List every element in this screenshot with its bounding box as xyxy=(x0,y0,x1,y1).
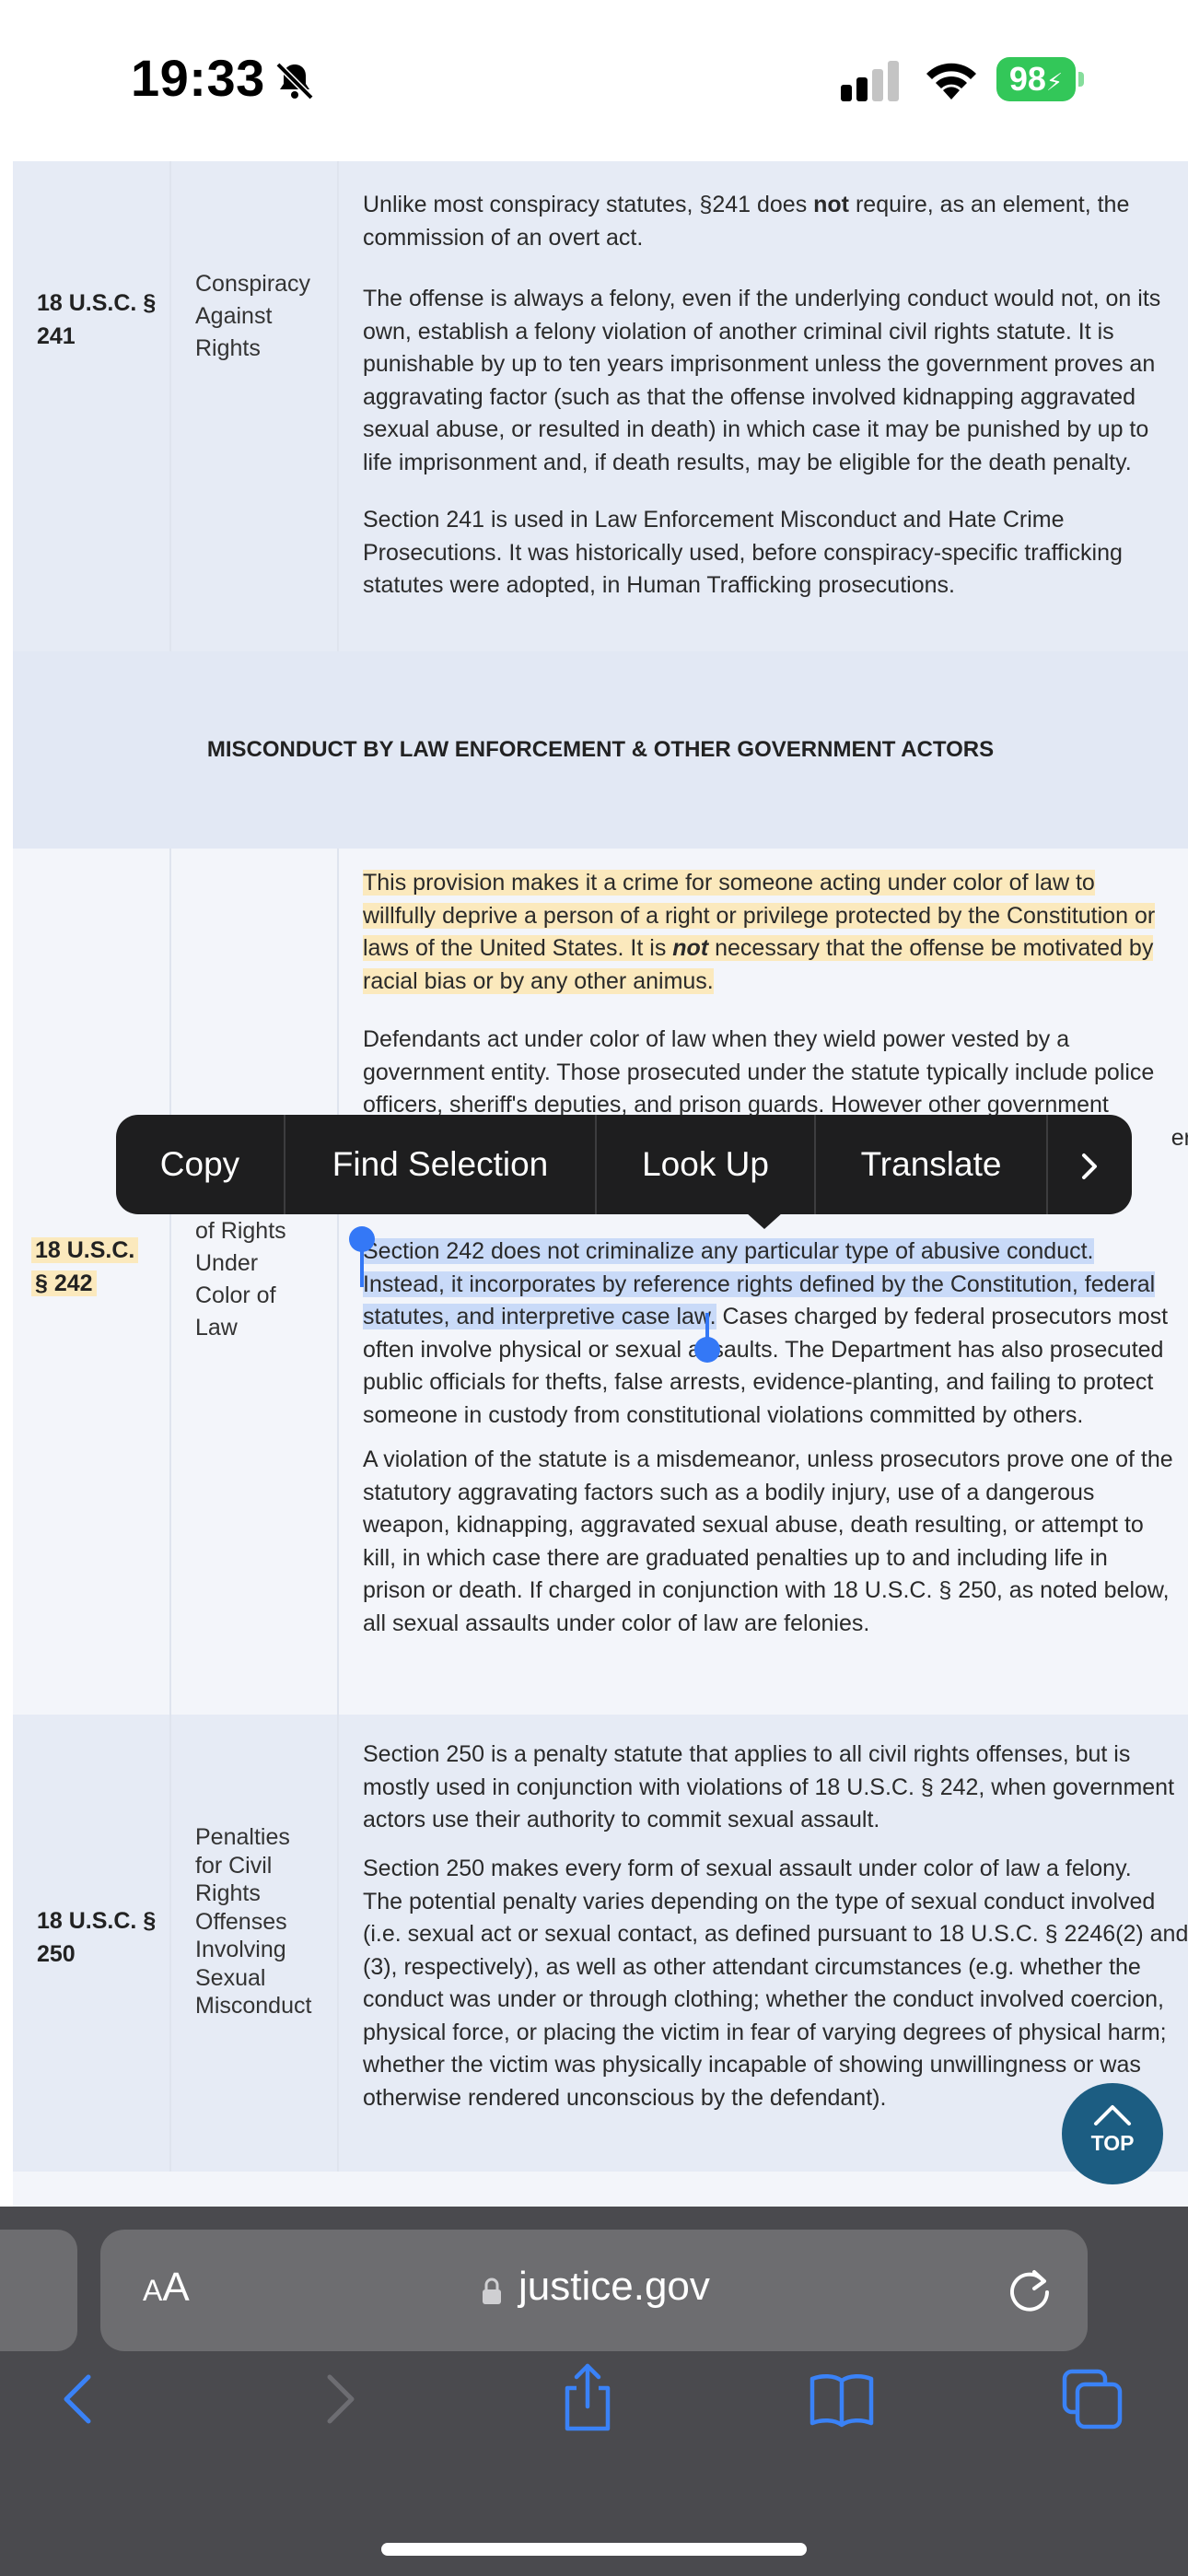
paragraph[interactable]: A violation of the statute is a misdemea… xyxy=(363,1444,1188,1640)
selected-paragraph[interactable]: Section 242 does not criminalize any par… xyxy=(363,1235,1188,1432)
topic: Penalties for Civil Rights Offenses Invo… xyxy=(195,1824,312,2019)
citation: 18 U.S.C. § 241 xyxy=(37,290,157,349)
more-menu-button[interactable] xyxy=(1048,1115,1131,1214)
table-row xyxy=(13,2172,1188,2207)
look-up-menu-item[interactable]: Look Up xyxy=(597,1115,816,1214)
top-label: TOP xyxy=(1090,2131,1135,2155)
status-time: 19:33 xyxy=(131,49,265,107)
wifi-icon xyxy=(926,63,976,100)
previous-tab-peek[interactable] xyxy=(0,2230,77,2351)
translate-menu-item[interactable]: Translate xyxy=(816,1115,1048,1214)
selected-text[interactable]: Section 242 does not criminalize any par… xyxy=(363,1238,1094,1264)
share-icon[interactable] xyxy=(556,2360,619,2434)
paragraph[interactable]: Section 250 is a penalty statute that ap… xyxy=(363,1739,1188,1837)
chevron-right-icon xyxy=(1082,1153,1097,1180)
selected-text[interactable]: statutes, and interpretive case law. xyxy=(363,1304,716,1329)
address-bar[interactable]: AA justice.gov xyxy=(100,2230,1088,2351)
url-text[interactable]: justice.gov xyxy=(518,2264,710,2310)
topic: of Rights Under Color of Law xyxy=(195,1218,286,1341)
paragraph[interactable]: The offense is always a felony, even if … xyxy=(363,283,1173,479)
find-selection-menu-item[interactable]: Find Selection xyxy=(285,1115,597,1214)
section-header-row: MISCONDUCT BY LAW ENFORCEMENT & OTHER GO… xyxy=(13,651,1188,849)
citation: 18 U.S.C. § 242 xyxy=(31,1234,139,1300)
selected-text[interactable]: Instead, it incorporates by reference ri… xyxy=(363,1270,1156,1297)
home-indicator[interactable] xyxy=(381,2543,807,2556)
copy-menu-item[interactable]: Copy xyxy=(116,1115,285,1214)
back-icon[interactable] xyxy=(48,2368,111,2430)
citation: 18 U.S.C. § 250 xyxy=(37,1908,157,1967)
text-size-button[interactable]: AA xyxy=(143,2265,190,2311)
paragraph[interactable]: Section 241 is used in Law Enforcement M… xyxy=(363,504,1173,603)
bell-slash-icon xyxy=(275,62,314,100)
reload-icon[interactable] xyxy=(1003,2263,1056,2316)
bookmarks-icon[interactable] xyxy=(807,2368,877,2430)
tabs-icon[interactable] xyxy=(1061,2368,1124,2430)
status-bar: 19:33 98⚡ xyxy=(0,0,1188,161)
forward-icon[interactable] xyxy=(308,2368,370,2430)
chevron-up-icon xyxy=(1094,2105,1131,2125)
table-row: 18 U.S.C. § 241 Conspiracy Against Right… xyxy=(13,161,1188,651)
text-selection-menu: Copy Find Selection Look Up Translate xyxy=(116,1115,1132,1214)
table-row: 18 U.S.C. § 250 Penalties for Civil Righ… xyxy=(13,1715,1188,2172)
battery-level: 98 xyxy=(1008,60,1046,98)
table-row: 18 U.S.C. § 242 of Rights Under Color of… xyxy=(13,849,1188,1715)
lock-icon xyxy=(483,2277,501,2304)
paragraph[interactable]: Section 250 makes every form of sexual a… xyxy=(363,1853,1188,2114)
menu-pointer xyxy=(746,1212,783,1229)
highlighted-paragraph[interactable]: This provision makes it a crime for some… xyxy=(363,867,1188,998)
paragraph[interactable]: Unlike most conspiracy statutes, §241 do… xyxy=(363,189,1173,254)
back-to-top-button[interactable]: TOP xyxy=(1062,2083,1163,2184)
selection-start-caret xyxy=(360,1247,364,1287)
cellular-signal-icon xyxy=(841,61,899,101)
section-heading: MISCONDUCT BY LAW ENFORCEMENT & OTHER GO… xyxy=(206,737,995,762)
selection-end-handle[interactable] xyxy=(694,1337,720,1363)
battery-charging-icon: 98⚡ xyxy=(996,57,1085,101)
topic: Conspiracy Against Rights xyxy=(195,271,311,361)
